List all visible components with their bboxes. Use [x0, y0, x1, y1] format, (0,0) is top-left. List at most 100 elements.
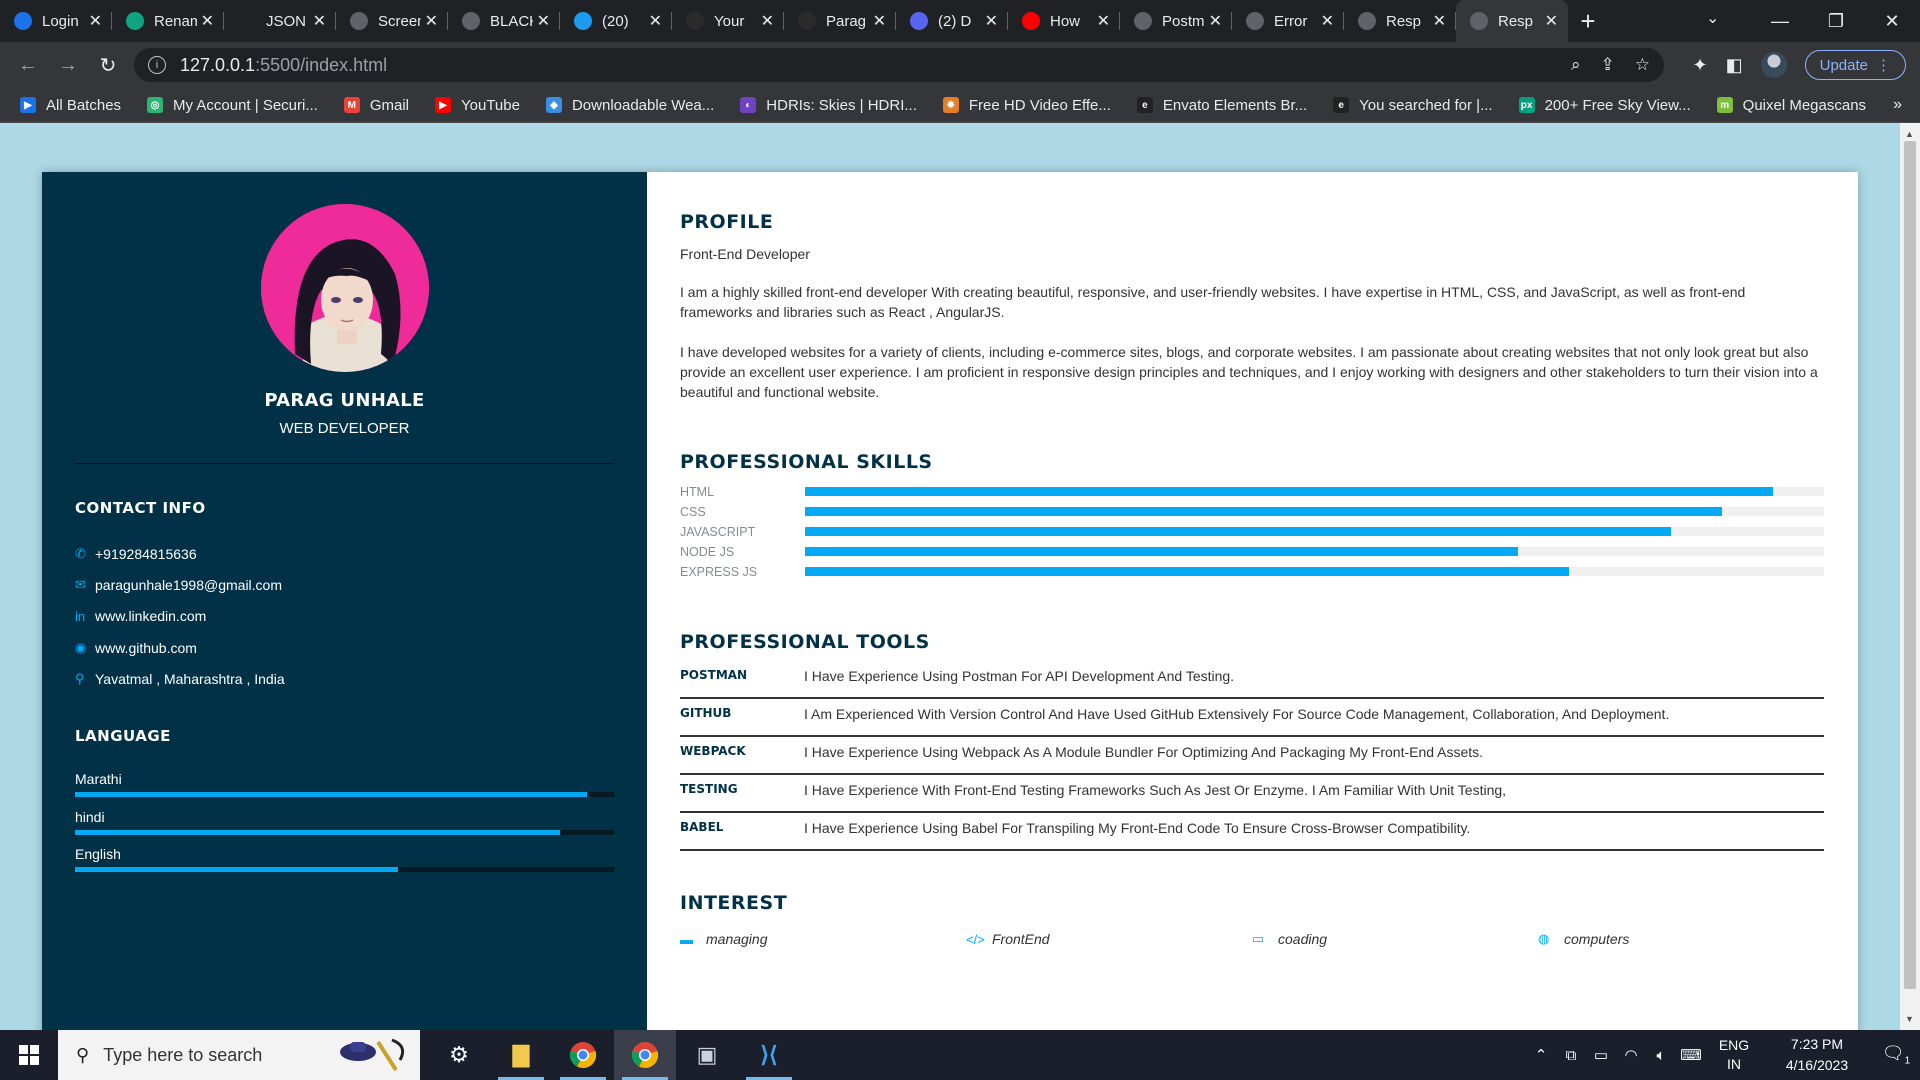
back-button[interactable]: ←	[8, 42, 48, 88]
more-menu-icon[interactable]: ⋮	[1876, 56, 1891, 74]
lang-code: ENG	[1718, 1037, 1750, 1053]
chrome-app-icon[interactable]	[552, 1030, 614, 1080]
bookmark-item[interactable]: px 200+ Free Sky View...	[1518, 97, 1691, 114]
contact-item[interactable]: in www.linkedin.com	[75, 601, 285, 632]
browser-tab[interactable]: How ✕	[1008, 0, 1120, 42]
browser-tab[interactable]: Parag ✕	[784, 0, 896, 42]
tool-name: GITHUB	[680, 706, 732, 720]
bookmark-item[interactable]: e You searched for |...	[1333, 97, 1493, 114]
close-tab-icon[interactable]: ✕	[1209, 11, 1222, 31]
bookmark-item[interactable]: ✸ Free HD Video Effe...	[942, 97, 1111, 114]
profile-avatar[interactable]	[1760, 52, 1787, 78]
vscode-app-icon[interactable]: ⟩⟨	[738, 1030, 800, 1080]
skill-name: JAVASCRIPT	[680, 525, 756, 539]
browser-tab[interactable]: Your ✕	[672, 0, 784, 42]
skill-bar-track	[805, 507, 1824, 516]
close-tab-icon[interactable]: ✕	[761, 11, 774, 31]
address-bar[interactable]: i 127.0.0.1:5500/index.html ⌕ ⇪ ☆	[134, 48, 1664, 82]
bookmark-item[interactable]: ◐ HDRIs: Skies | HDRI...	[740, 97, 917, 114]
tab-title: BLACK	[490, 12, 533, 30]
browser-tab[interactable]: Screen✕	[336, 0, 448, 42]
language-bar-track	[75, 829, 614, 835]
laptop-icon: ▭	[1252, 931, 1265, 946]
language-heading: LANGUAGE	[75, 727, 171, 745]
language-bar-fill	[75, 792, 588, 797]
close-tab-icon[interactable]: ✕	[985, 11, 998, 31]
bookmark-label: Envato Elements Br...	[1162, 96, 1308, 114]
notification-center-icon[interactable]: 🗨︎1	[1872, 1043, 1920, 1067]
bookmark-item[interactable]: ▶ YouTube	[435, 97, 520, 114]
start-button[interactable]	[0, 1030, 58, 1080]
site-info-icon[interactable]: i	[148, 56, 166, 74]
close-tab-icon[interactable]: ✕	[1097, 11, 1110, 31]
github-icon	[686, 12, 704, 30]
bookmark-item[interactable]: m Quixel Megascans	[1716, 97, 1866, 114]
browser-tab[interactable]: BLACK✕	[448, 0, 560, 42]
browser-tab[interactable]: Resp ✕	[1456, 0, 1568, 42]
tray-overflow-icon[interactable]: ⌃	[1526, 1046, 1556, 1064]
bookmarks-overflow-icon[interactable]: »	[1893, 96, 1902, 114]
browser-tab[interactable]: Error ✕	[1232, 0, 1344, 42]
contact-item[interactable]: ◉ www.github.com	[75, 632, 285, 663]
close-tab-icon[interactable]: ✕	[873, 11, 886, 31]
browser-tab[interactable]: Postm ✕	[1120, 0, 1232, 42]
zoom-icon[interactable]: ⌕	[1571, 55, 1581, 75]
taskbar-search[interactable]: ⚲ Type here to search	[58, 1030, 420, 1080]
scroll-up-icon[interactable]: ▲	[1905, 129, 1914, 139]
settings-app-icon[interactable]: ⚙	[428, 1030, 490, 1080]
photos-app-icon[interactable]: ▣	[676, 1030, 738, 1080]
reload-button[interactable]: ↻	[88, 42, 128, 88]
close-tab-icon[interactable]: ✕	[1433, 11, 1446, 31]
browser-tab[interactable]: JSON ✕	[224, 0, 336, 42]
skill-bar-track	[805, 547, 1824, 556]
bookmark-item[interactable]: M Gmail	[343, 97, 409, 114]
minimize-button[interactable]: —	[1752, 0, 1808, 42]
close-tab-icon[interactable]: ✕	[425, 11, 438, 31]
interest-item: </> FrontEnd	[966, 931, 1252, 947]
browser-tab[interactable]: Rename✕	[112, 0, 224, 42]
browser-tab[interactable]: Login ✕	[0, 0, 112, 42]
close-tab-icon[interactable]: ✕	[1321, 11, 1334, 31]
update-button[interactable]: Update ⋮	[1804, 50, 1906, 80]
clock[interactable]: 7:23 PM 4/16/2023	[1762, 1034, 1872, 1076]
bookmark-item[interactable]: ◆ Downloadable Wea...	[545, 97, 714, 114]
close-window-button[interactable]: ✕	[1864, 0, 1920, 42]
contact-text: www.github.com	[95, 639, 197, 656]
scrollbar-thumb[interactable]	[1904, 141, 1916, 989]
restore-button[interactable]: ❐	[1808, 0, 1864, 42]
close-tab-icon[interactable]: ✕	[537, 11, 550, 31]
scroll-down-icon[interactable]: ▼	[1905, 1014, 1914, 1024]
page-scrollbar[interactable]: ▲ ▼	[1900, 123, 1920, 1030]
forward-button[interactable]: →	[48, 42, 88, 88]
bookmark-item[interactable]: e Envato Elements Br...	[1136, 96, 1308, 114]
tray-app-icon[interactable]: ⧉	[1556, 1047, 1586, 1064]
close-tab-icon[interactable]: ✕	[201, 11, 214, 31]
close-tab-icon[interactable]: ✕	[89, 11, 102, 31]
chrome-profile-app-icon[interactable]	[614, 1030, 676, 1080]
extensions-icon[interactable]: ✦	[1693, 55, 1708, 76]
close-tab-icon[interactable]: ✕	[313, 11, 326, 31]
input-language[interactable]: ENG IN	[1706, 1036, 1762, 1074]
browser-tab[interactable]: Resp ✕	[1344, 0, 1456, 42]
battery-icon[interactable]: ▭	[1586, 1046, 1616, 1064]
close-tab-icon[interactable]: ✕	[649, 11, 662, 31]
new-tab-button[interactable]: +	[1568, 0, 1608, 42]
close-tab-icon[interactable]: ✕	[1545, 11, 1558, 31]
browser-tab[interactable]: (20) ✕	[560, 0, 672, 42]
contact-item[interactable]: ✉ paragunhale1998@gmail.com	[75, 569, 285, 600]
file-explorer-app-icon[interactable]: ▇	[490, 1030, 552, 1080]
contact-item[interactable]: ✆ +919284815636	[75, 538, 285, 569]
bookmark-star-icon[interactable]: ☆	[1635, 55, 1650, 75]
keyboard-icon[interactable]: ⌨	[1676, 1046, 1706, 1064]
wifi-icon[interactable]: ◠	[1616, 1046, 1646, 1064]
contact-item[interactable]: ⚲ Yavatmal , Maharashtra , India	[75, 664, 285, 695]
volume-icon[interactable]: 🔈︎	[1646, 1047, 1676, 1064]
side-panel-icon[interactable]: ◧	[1726, 55, 1743, 76]
globe-icon	[1358, 12, 1376, 30]
bookmark-item[interactable]: ◎ My Account | Securi...	[147, 97, 318, 114]
skill-row: HTML	[680, 482, 1824, 502]
share-icon[interactable]: ⇪	[1601, 55, 1615, 75]
browser-tab[interactable]: (2) D ✕	[896, 0, 1008, 42]
bookmark-item[interactable]: ▶ All Batches	[20, 97, 121, 114]
tab-search-icon[interactable]: ⌄	[1706, 8, 1719, 28]
